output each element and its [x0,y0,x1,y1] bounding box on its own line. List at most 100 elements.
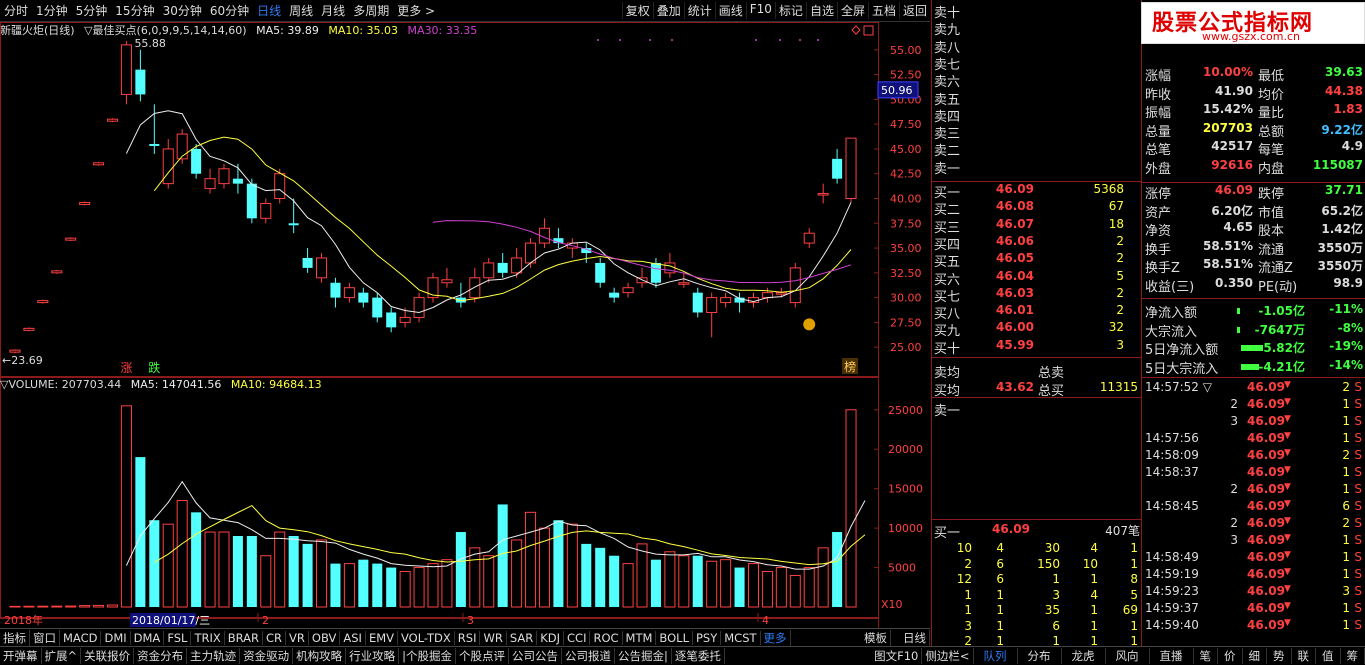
indicator-tab[interactable]: WR [480,630,507,645]
buy-level-row[interactable]: 买四 46.06 2 [932,234,1142,253]
indicator-tab[interactable]: FSL [164,630,192,645]
status-item[interactable]: 机构攻略 [293,648,347,664]
status-item[interactable]: 资金驱动 [240,648,294,664]
buy-level-row[interactable]: 买八 46.01 2 [932,303,1142,322]
indicator-tab[interactable]: 日线 [891,629,930,646]
money-bag-icon[interactable] [803,318,816,331]
queue-cell: 10 [956,541,972,555]
toolbar-button[interactable]: 自选 [805,2,837,19]
indicator-tab[interactable]: MACD [60,630,102,645]
status-item[interactable]: 公司报道 [562,648,616,664]
diamond-icon[interactable] [851,25,861,35]
limit-up-marker[interactable]: 涨 [120,360,132,375]
indicator-tab[interactable]: CR [263,630,287,645]
period-tab[interactable]: 更多 > [393,2,439,19]
toolbar-button[interactable]: 统计 [683,2,715,19]
indicator-tab[interactable]: TRIX [191,630,225,645]
toolbar-button[interactable]: F10 [745,2,775,19]
status-item[interactable]: 势 [1267,648,1292,664]
tick-price: 46.09 [1247,516,1285,530]
status-item[interactable]: 行业攻略 [346,648,400,664]
indicator-tab[interactable]: RSI [455,630,481,645]
indicator-tab[interactable]: PSY [693,630,722,645]
status-item[interactable]: 直播 [1150,648,1194,664]
status-item[interactable]: 联 [1292,648,1316,664]
status-item[interactable]: 资金分布 [134,648,188,664]
status-item[interactable]: 主力轨迹 [187,648,241,664]
toolbar-button[interactable]: 返回 [898,2,930,19]
tick-time: 2 [1230,516,1238,530]
indicator-tab[interactable]: 模板 [861,629,891,646]
indicator-tab[interactable]: MTM [623,630,657,645]
period-tab[interactable]: 周线 [285,2,317,19]
stat-value: 115087 [1312,157,1363,172]
toolbar-button[interactable]: 全屏 [836,2,868,19]
down-arrow-icon: ▼ [1284,516,1291,526]
buy-level-row[interactable]: 买十 45.99 3 [932,338,1142,357]
status-item[interactable]: 开弹幕 [0,648,42,664]
status-item[interactable]: 图文F10 [871,648,923,664]
toolbar-button[interactable]: 复权 [621,2,653,19]
indicator-tab[interactable]: ROC [590,630,623,645]
period-tab[interactable]: 5分钟 [72,2,112,19]
period-tab[interactable]: 60分钟 [206,2,253,19]
indicator-tab[interactable]: BRAR [225,630,264,645]
buy-level-row[interactable]: 买六 46.04 5 [932,269,1142,288]
indicator-tab[interactable]: OBV [309,630,341,645]
period-tab[interactable]: 日线 [253,2,285,19]
indicator-tab[interactable]: ASI [340,630,366,645]
indicator-tab[interactable]: 指标 [0,629,30,646]
status-item[interactable]: 公告掘金| [615,648,672,664]
period-tab[interactable]: 月线 [317,2,349,19]
indicator-tab[interactable]: MCST [721,630,761,645]
indicator-tab[interactable]: DMI [101,630,131,645]
volume-bar [79,605,91,608]
candle [65,237,77,242]
period-tab[interactable]: 多周期 [349,2,393,19]
buy-level-row[interactable]: 买七 46.03 2 [932,286,1142,305]
indicator-tab[interactable]: VOL-TDX [398,630,455,645]
indicator-tab[interactable]: 窗口 [30,629,60,646]
buy-level-row[interactable]: 买三 46.07 18 [932,217,1142,236]
indicator-tab[interactable]: BOLL [656,630,693,645]
status-item[interactable]: 筹 [1341,648,1365,664]
indicator-tab[interactable]: VR [286,630,309,645]
period-tab[interactable]: 1分钟 [32,2,72,19]
status-item[interactable]: 扩展^ [42,648,82,664]
status-item[interactable]: 关联报价 [81,648,135,664]
status-item[interactable]: 笔 [1194,648,1218,664]
toolbar-button[interactable]: 标记 [774,2,806,19]
buy-level-row[interactable]: 买五 46.05 2 [932,251,1142,270]
volume-bar [316,539,328,608]
buy-level-row[interactable]: 买二 46.08 67 [932,199,1142,218]
indicator-tab[interactable]: KDJ [537,630,565,645]
status-item[interactable]: 值 [1316,648,1341,664]
period-tab[interactable]: 15分钟 [111,2,158,19]
buy-level-row[interactable]: 买一 46.09 5368 [932,182,1142,201]
indicator-tab[interactable]: DMA [131,630,165,645]
indicator-tab[interactable]: 更多 [761,629,791,646]
status-item[interactable]: |个股掘金 [399,648,457,664]
status-item[interactable]: 公司公告 [509,648,563,664]
dragon-tiger-marker[interactable]: 榜 [844,359,856,374]
down-arrow-icon: ▼ [1284,380,1291,390]
toolbar-button[interactable]: 五档 [867,2,899,19]
kline-chart[interactable]: 55.0052.5050.0047.5045.0042.5040.0037.50… [0,22,930,628]
limit-down-marker[interactable]: 跌 [148,360,160,375]
buy-level-row[interactable]: 买九 46.00 32 [932,320,1142,339]
status-item[interactable]: 个股点评 [456,648,510,664]
square-icon[interactable] [863,25,874,36]
toolbar-button[interactable]: 叠加 [652,2,684,19]
indicator-tab[interactable]: CCI [564,630,591,645]
status-item[interactable]: 价 [1218,648,1243,664]
toolbar-button[interactable]: 画线 [714,2,746,19]
status-item[interactable]: 逐笔委托 [672,648,725,664]
indicator-tab[interactable]: EMV [366,630,398,645]
indicator-tab[interactable]: SAR [507,630,538,645]
volume-bar [817,547,829,608]
buy-avg-row: 买均 43.62 总买 11315 [932,380,1142,399]
volume-label: ▽VOLUME: 207703.44 [0,378,122,391]
status-item[interactable]: 细 [1243,648,1267,664]
period-tab[interactable]: 30分钟 [159,2,206,19]
period-tab[interactable]: 分时 [0,2,32,19]
